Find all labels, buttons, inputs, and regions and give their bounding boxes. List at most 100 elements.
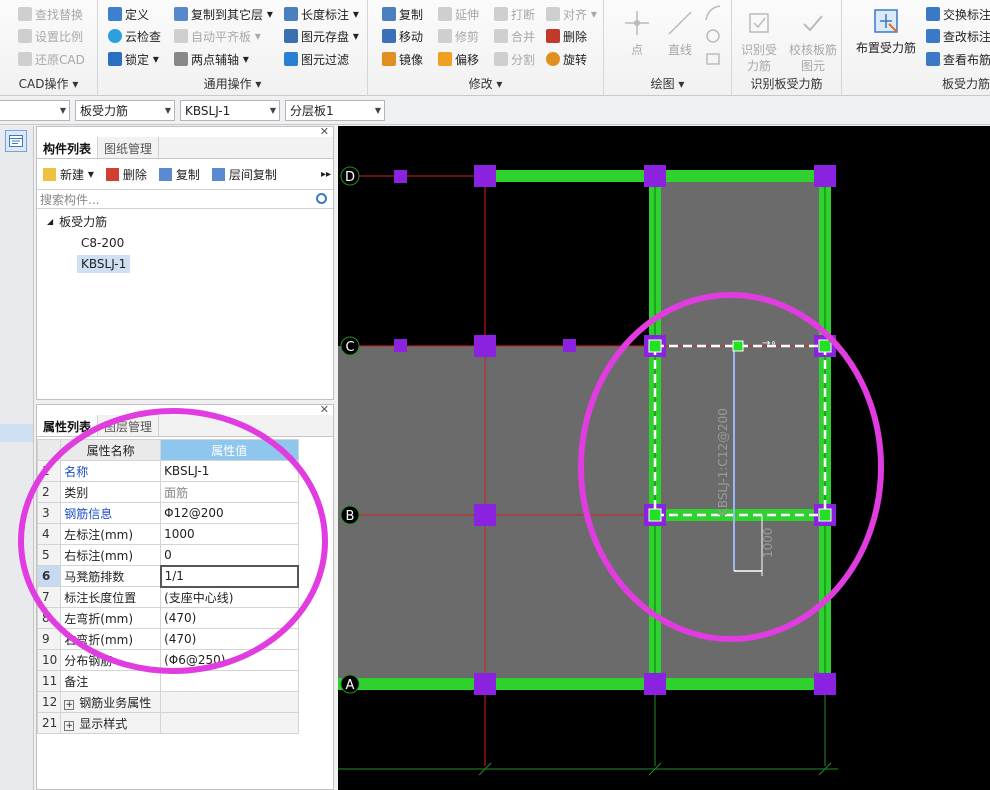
window-icon (9, 135, 23, 147)
grip[interactable] (818, 508, 832, 522)
ribbon-group-label[interactable]: 通用操作 ▾ (98, 75, 367, 92)
layout-view-button[interactable] (5, 130, 27, 152)
identify-rebar-button[interactable]: 识别受力筋 (736, 8, 782, 74)
rotate-icon (546, 52, 560, 66)
delete-icon (546, 29, 560, 43)
point-button[interactable]: 点 (618, 8, 656, 58)
move-button[interactable]: 移动 (382, 26, 423, 46)
trim-button[interactable]: 修剪 (438, 26, 479, 46)
identify-icon (749, 13, 769, 33)
mirror-button[interactable]: 镜像 (382, 49, 423, 69)
new-icon (43, 167, 56, 181)
delete-button[interactable]: 删除 (546, 26, 587, 46)
column[interactable] (474, 165, 496, 187)
expand-icon[interactable]: + (64, 720, 75, 731)
element-filter-button[interactable]: 图元过滤 (284, 49, 349, 69)
check-icon (803, 15, 823, 32)
slab-layer-combo[interactable]: 分层板1 ▼ (285, 100, 385, 121)
point-icon (625, 11, 649, 35)
auto-align-slab-button[interactable]: 自动平齐板 ▾ (174, 26, 261, 46)
define-button[interactable]: 定义 (108, 4, 149, 24)
check-slab-rebar-button[interactable]: 校核板筋图元 (786, 8, 840, 74)
grip-arrow-icon[interactable]: →∘ (762, 338, 777, 349)
tab-component-list[interactable]: 构件列表 (37, 137, 99, 158)
ribbon-group-draw: 点 直线 绘图 ▾ (604, 0, 732, 96)
copy-to-other-floor-button[interactable]: 复制到其它层 ▾ (174, 4, 273, 24)
lock-button[interactable]: 锁定 ▾ (108, 49, 159, 69)
column[interactable] (474, 504, 496, 526)
two-point-axis-button[interactable]: 两点辅轴 ▾ (174, 49, 249, 69)
column[interactable] (644, 165, 666, 187)
floor-combo[interactable]: ▼ (0, 100, 70, 121)
component-tabs: 构件列表 图纸管理 (37, 137, 333, 159)
delete-component-button[interactable]: 删除 (105, 166, 147, 183)
column[interactable] (644, 673, 666, 695)
tree-item-selected[interactable]: KBSLJ-1 (37, 253, 333, 274)
extend-button[interactable]: 延伸 (438, 4, 479, 24)
find-replace-button[interactable]: 查找替换 (18, 4, 83, 24)
copy-icon (158, 167, 172, 181)
swap-label-button[interactable]: 交换标注 (926, 4, 990, 24)
axis-label-a: A (346, 678, 355, 693)
component-combo[interactable]: KBSLJ-1 ▼ (180, 100, 280, 121)
chevron-down-icon: ▼ (269, 106, 276, 115)
cloud-check-button[interactable]: 云检查 (108, 26, 161, 46)
highlight-circle-properties (18, 408, 328, 674)
small-node[interactable] (394, 339, 407, 352)
search-input[interactable]: 搜索构件... (37, 189, 333, 209)
rectangle-icon[interactable] (704, 50, 722, 68)
tree-root[interactable]: ◢ 板受力筋 (37, 211, 333, 232)
restore-cad-icon (18, 52, 32, 66)
tree-item[interactable]: C8-200 (37, 232, 333, 253)
more-icon[interactable]: ▸▸ (321, 169, 331, 180)
offset-button[interactable]: 偏移 (438, 49, 479, 69)
break-button[interactable]: 打断 (494, 4, 535, 24)
place-rebar-button[interactable]: 布置受力筋 (854, 6, 918, 56)
cloud-icon (108, 29, 122, 43)
beam[interactable] (338, 678, 825, 690)
line-button[interactable]: 直线 (660, 8, 700, 58)
expand-icon[interactable]: + (64, 699, 75, 710)
merge-button[interactable]: 合并 (494, 26, 535, 46)
element-type-combo[interactable]: 板受力筋 ▼ (75, 100, 175, 121)
drawing-canvas[interactable]: D C B A →∘ KBSLJ-1:C12@200 1000 (338, 126, 990, 790)
slab-region[interactable] (655, 176, 825, 346)
column[interactable] (814, 165, 836, 187)
column[interactable] (474, 335, 496, 357)
ribbon-group-label[interactable]: CAD操作 ▾ (0, 75, 97, 92)
property-group-row[interactable]: 21 + 显示样式 (36, 712, 299, 734)
copy-button[interactable]: 复制 (382, 4, 423, 24)
small-node[interactable] (394, 170, 407, 183)
column[interactable] (814, 673, 836, 695)
search-icon[interactable] (316, 193, 327, 204)
circle-icon[interactable] (704, 27, 722, 45)
floor-copy-button[interactable]: 层间复制 (211, 166, 277, 183)
grip[interactable] (732, 340, 744, 352)
column[interactable] (474, 673, 496, 695)
small-node[interactable] (563, 339, 576, 352)
arc-icon[interactable] (704, 4, 722, 22)
split-button[interactable]: 分割 (494, 49, 535, 69)
copy-component-button[interactable]: 复制 (158, 166, 200, 183)
copy-floor-icon (174, 7, 188, 21)
rotate-button[interactable]: 旋转 (546, 49, 587, 69)
tab-drawing-management[interactable]: 图纸管理 (98, 137, 160, 158)
chevron-down-icon: ▼ (374, 106, 381, 115)
new-button[interactable]: 新建 ▾ (43, 166, 94, 183)
collapse-icon[interactable]: ◢ (47, 217, 53, 226)
length-dimension-button[interactable]: 长度标注 ▾ (284, 4, 359, 24)
property-group-row[interactable]: 12 + 钢筋业务属性 (36, 691, 299, 713)
element-save-button[interactable]: 图元存盘 ▾ (284, 26, 359, 46)
lock-icon (108, 52, 122, 66)
view-rebar-button[interactable]: 查看布筋 (926, 49, 990, 69)
edit-label-button[interactable]: 查改标注 (926, 26, 990, 46)
ribbon-group-label[interactable]: 修改 ▾ (368, 75, 603, 92)
grip[interactable] (818, 339, 832, 353)
align-button[interactable]: 对齐 ▾ (546, 4, 597, 24)
swap-icon (926, 7, 940, 21)
grip[interactable] (648, 508, 662, 522)
grip[interactable] (648, 339, 662, 353)
set-scale-button[interactable]: 设置比例 (18, 26, 83, 46)
ribbon-group-label[interactable]: 绘图 ▾ (604, 75, 731, 92)
restore-cad-button[interactable]: 还原CAD (18, 49, 85, 69)
